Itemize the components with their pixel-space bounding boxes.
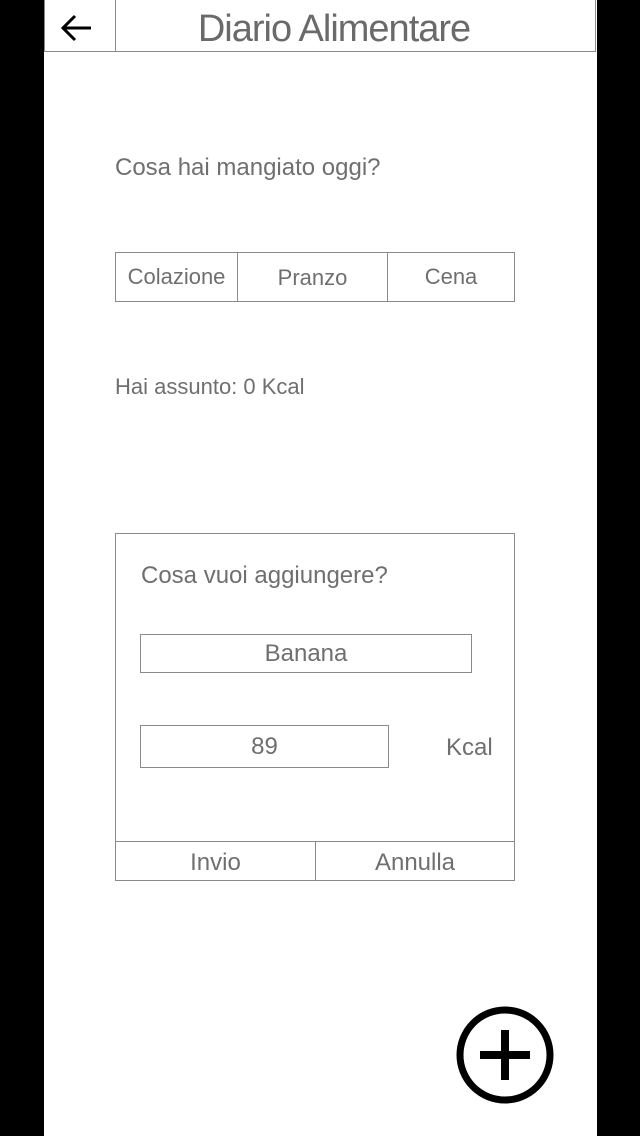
intake-label: Hai assunto: 0 Kcal: [115, 374, 305, 399]
screen: Diario Alimentare Cosa hai mangiato oggi…: [44, 0, 597, 1136]
plus-circle-icon: [456, 1006, 554, 1104]
cancel-button[interactable]: Annulla: [315, 841, 515, 881]
page-title: Diario Alimentare: [197, 8, 471, 50]
add-button[interactable]: [454, 1006, 556, 1104]
arrow-left-icon: [60, 14, 91, 42]
kcal-input[interactable]: 89: [140, 725, 389, 768]
submit-button[interactable]: Invio: [115, 841, 316, 881]
kcal-unit-label: Kcal: [446, 734, 493, 761]
dialog-title: Cosa vuoi aggiungere?: [141, 562, 388, 589]
food-input[interactable]: Banana: [140, 634, 472, 673]
back-button[interactable]: [58, 10, 94, 46]
tab-pranzo[interactable]: Pranzo: [237, 252, 388, 302]
tab-cena[interactable]: Cena: [387, 252, 515, 302]
question-label: Cosa hai mangiato oggi?: [115, 154, 381, 181]
tab-colazione[interactable]: Colazione: [115, 252, 238, 302]
